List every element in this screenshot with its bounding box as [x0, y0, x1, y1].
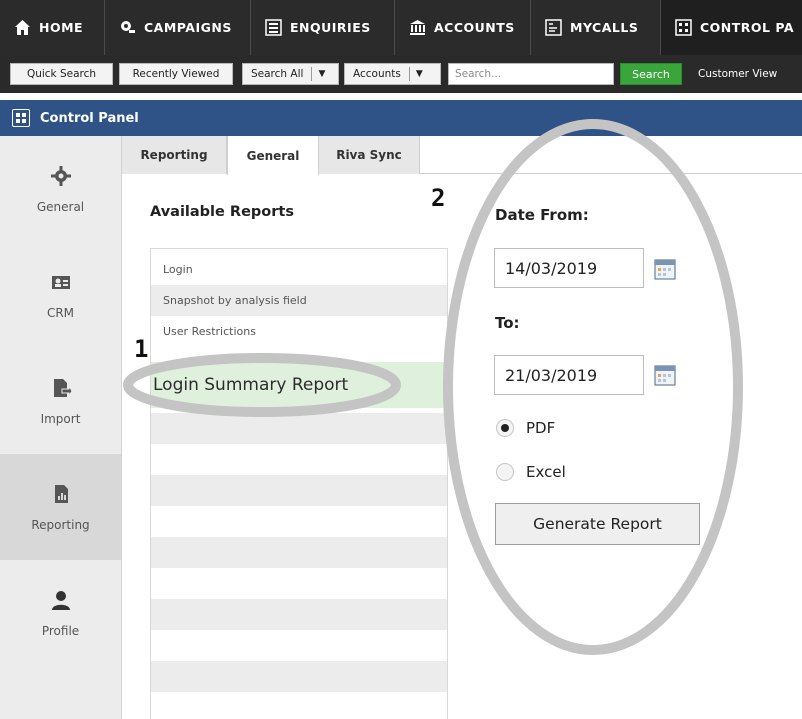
search-input[interactable]: [448, 63, 614, 85]
tab-riva-sync[interactable]: Riva Sync: [319, 136, 420, 174]
list-item[interactable]: Login: [151, 254, 447, 285]
nav-enquiries[interactable]: ENQUIRIES: [251, 0, 395, 55]
chevron-down-icon: ▼: [415, 69, 423, 79]
callout-number-1: 1: [134, 335, 149, 363]
sidebar-item-label: Reporting: [31, 518, 90, 532]
tab-reporting[interactable]: Reporting: [122, 136, 227, 174]
sidebar-item-import[interactable]: Import: [0, 348, 121, 454]
sidebar-item-label: Import: [40, 412, 81, 426]
nav-mycalls-label: MYCALLS: [570, 20, 639, 35]
reporting-icon: [49, 482, 73, 506]
list-item[interactable]: [151, 475, 447, 506]
nav-home[interactable]: HOME: [0, 0, 105, 55]
radio-pdf[interactable]: PDF: [496, 419, 555, 437]
sidebar-item-general[interactable]: General: [0, 136, 121, 242]
date-from-label: Date From:: [495, 206, 589, 224]
recently-viewed-button[interactable]: Recently Viewed: [119, 63, 233, 85]
list-item[interactable]: [151, 692, 447, 719]
nav-control-panel[interactable]: CONTROL PA: [661, 0, 802, 55]
accounts-dropdown[interactable]: Accounts ▼: [344, 63, 441, 85]
list-item[interactable]: Snapshot by analysis field: [151, 285, 447, 316]
radio-button: [496, 463, 514, 481]
home-icon: [14, 19, 31, 36]
chevron-down-icon: ▼: [318, 69, 326, 79]
control-panel-header: Control Panel: [0, 100, 802, 136]
list-item[interactable]: [151, 506, 447, 537]
search-all-dropdown[interactable]: Search All ▼: [242, 63, 339, 85]
calls-icon: [545, 19, 562, 36]
list-item[interactable]: [151, 599, 447, 630]
user-icon: [49, 588, 73, 612]
sidebar-item-profile[interactable]: Profile: [0, 560, 121, 666]
date-to-field[interactable]: [494, 355, 644, 395]
import-icon: [49, 376, 73, 400]
generate-report-button[interactable]: Generate Report: [495, 503, 700, 545]
sidebar-item-label: General: [36, 200, 85, 214]
nav-accounts[interactable]: ACCOUNTS: [395, 0, 531, 55]
list-item[interactable]: [151, 630, 447, 661]
selected-report-label: Login Summary Report: [153, 375, 349, 395]
nav-home-label: HOME: [39, 20, 84, 35]
top-navigation-bar: HOME CAMPAIGNS ENQUIRIES ACCOUNTS MYCALL…: [0, 0, 802, 55]
search-all-label: Search All: [243, 67, 313, 81]
nav-enquiries-label: ENQUIRIES: [290, 20, 371, 35]
nav-control-panel-label: CONTROL PA: [700, 20, 795, 35]
calendar-icon[interactable]: [654, 258, 676, 280]
enquiries-icon: [265, 19, 282, 36]
nav-accounts-label: ACCOUNTS: [434, 20, 515, 35]
quick-search-bar: Quick Search Recently Viewed Search All …: [0, 55, 802, 93]
campaigns-icon: [119, 19, 136, 36]
sidebar: General CRM Import Reporting Profile: [0, 136, 122, 719]
sidebar-item-reporting[interactable]: Reporting: [0, 454, 121, 560]
radio-pdf-label: PDF: [526, 419, 556, 437]
sidebar-item-crm[interactable]: CRM: [0, 242, 121, 348]
tab-general[interactable]: General: [227, 136, 319, 175]
gear-icon: [49, 164, 73, 188]
list-item[interactable]: User Restrictions: [151, 316, 447, 347]
list-item[interactable]: [151, 413, 447, 444]
available-reports-title: Available Reports: [150, 204, 294, 220]
calendar-icon[interactable]: [654, 364, 676, 386]
radio-excel[interactable]: Excel: [496, 463, 566, 481]
tab-bar: Reporting General Riva Sync: [122, 136, 802, 175]
list-item[interactable]: [151, 537, 447, 568]
quick-search-button[interactable]: Quick Search: [10, 63, 113, 85]
radio-button-selected: [496, 419, 514, 437]
list-item[interactable]: [151, 661, 447, 692]
radio-excel-label: Excel: [526, 463, 566, 481]
search-button[interactable]: Search: [620, 63, 682, 85]
list-item[interactable]: [151, 568, 447, 599]
nav-campaigns[interactable]: CAMPAIGNS: [105, 0, 251, 55]
list-item[interactable]: [151, 444, 447, 475]
sidebar-item-label: CRM: [46, 306, 75, 320]
control-panel-icon: [12, 109, 30, 127]
sidebar-item-label: Profile: [41, 624, 80, 638]
date-from-field[interactable]: [494, 248, 644, 288]
report-list: Login Snapshot by analysis field User Re…: [150, 248, 448, 719]
page-title: Control Panel: [40, 110, 139, 126]
customer-view-link[interactable]: Customer View: [698, 63, 777, 85]
callout-number-2: 2: [431, 184, 446, 212]
date-to-label: To:: [495, 314, 520, 332]
nav-mycalls[interactable]: MYCALLS: [531, 0, 661, 55]
control-panel-icon: [675, 19, 692, 36]
list-item-selected[interactable]: Login Summary Report: [151, 362, 447, 408]
crm-icon: [49, 270, 73, 294]
bank-icon: [409, 19, 426, 36]
nav-campaigns-label: CAMPAIGNS: [144, 20, 232, 35]
accounts-label: Accounts: [345, 67, 410, 81]
